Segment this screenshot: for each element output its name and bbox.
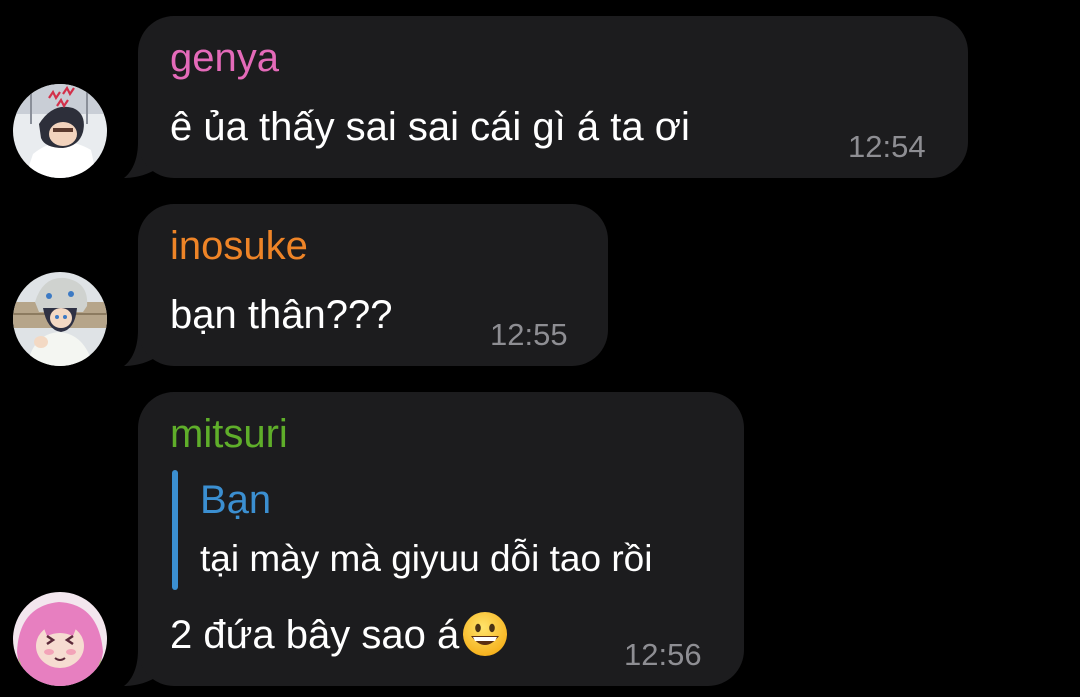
message-time: 12:54 <box>848 129 926 164</box>
reply-bar <box>172 470 178 590</box>
message-time: 12:56 <box>624 637 702 672</box>
reply-text: tại mày mà giyuu dỗi tao rồi <box>200 538 653 579</box>
message-text: ê ủa thấy sai sai cái gì á ta ơi <box>170 105 690 149</box>
message-time: 12:55 <box>490 317 568 352</box>
genya-avatar-icon[interactable] <box>13 84 107 178</box>
sender-name[interactable]: mitsuri <box>170 412 288 456</box>
reply-sender-name: Bạn <box>200 478 272 522</box>
mitsuri-avatar-icon[interactable] <box>13 592 107 686</box>
message-text: 2 đứa bây sao á <box>170 613 460 657</box>
grinning-face-icon <box>463 612 508 656</box>
message-bubble[interactable]: mitsuri Bạn tại mày mà giyuu dỗi tao rồi… <box>138 392 744 686</box>
message-bubble[interactable]: genya ê ủa thấy sai sai cái gì á ta ơi 1… <box>138 16 968 178</box>
sender-name[interactable]: genya <box>170 36 279 80</box>
message-bubble[interactable]: inosuke bạn thân??? 12:55 <box>138 204 608 366</box>
inosuke-avatar-icon[interactable] <box>13 272 107 366</box>
sender-name[interactable]: inosuke <box>170 224 308 268</box>
message-text: bạn thân??? <box>170 293 393 337</box>
message-text-line: 2 đứa bây sao á <box>170 610 509 658</box>
